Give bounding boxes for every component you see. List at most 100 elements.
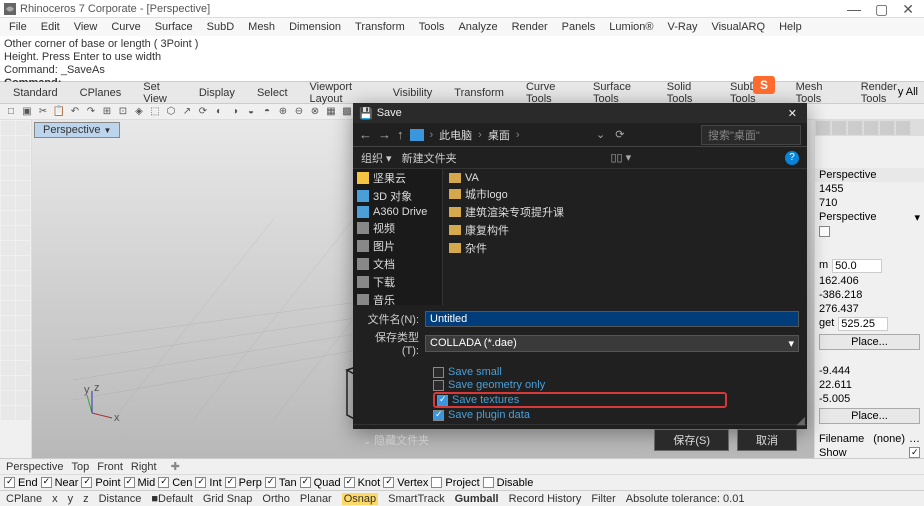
menu-view[interactable]: View (69, 20, 103, 34)
place-button[interactable]: Place... (819, 334, 920, 350)
tool-icon[interactable] (1, 391, 15, 405)
osnap-checkbox[interactable] (158, 477, 169, 488)
view-tab-top[interactable]: Top (71, 461, 89, 473)
osnap-checkbox[interactable] (4, 477, 15, 488)
tool-icon[interactable] (16, 286, 30, 300)
tree-item[interactable]: 图片 (353, 237, 442, 255)
tool-icon[interactable] (16, 151, 30, 165)
tool-icon[interactable]: ↗ (180, 105, 194, 119)
tool-icon[interactable] (16, 376, 30, 390)
panel-icon[interactable] (864, 121, 878, 135)
nav-up-button[interactable]: ↑ (397, 127, 404, 142)
tool-icon[interactable] (16, 211, 30, 225)
resize-grip-icon[interactable]: ◢ (797, 414, 805, 427)
show-checkbox[interactable] (909, 447, 920, 458)
add-view-button[interactable]: ✚ (171, 460, 180, 473)
tab-transform[interactable]: Transform (445, 85, 513, 101)
osnap-checkbox[interactable] (225, 477, 236, 488)
tool-icon[interactable]: 📋 (52, 105, 66, 119)
osnap-checkbox[interactable] (81, 477, 92, 488)
tool-icon[interactable]: ⊗ (308, 105, 322, 119)
tab-cplanes[interactable]: CPlanes (71, 85, 131, 101)
tool-icon[interactable] (16, 256, 30, 270)
breadcrumb-pc[interactable]: 此电脑 (439, 127, 472, 143)
tool-icon[interactable] (16, 271, 30, 285)
folder-item[interactable]: 城市logo (449, 185, 801, 203)
osnap-checkbox[interactable] (344, 477, 355, 488)
menu-surface[interactable]: Surface (150, 20, 198, 34)
maximize-button[interactable]: ▢ (875, 4, 888, 14)
tab-display[interactable]: Display (190, 85, 244, 101)
close-button[interactable]: ✕ (902, 4, 914, 14)
tool-icon[interactable]: ▣ (20, 105, 34, 119)
tool-icon[interactable] (16, 316, 30, 330)
tree-item[interactable]: 坚果云 (353, 169, 442, 187)
tree-item[interactable]: 文档 (353, 255, 442, 273)
menu-tools[interactable]: Tools (414, 20, 450, 34)
view-tab-perspective[interactable]: Perspective (6, 461, 63, 473)
tool-icon[interactable]: ⊡ (116, 105, 130, 119)
status-gumball[interactable]: Gumball (455, 493, 499, 505)
save-button[interactable]: 保存(S) (654, 429, 729, 451)
tree-item[interactable]: 视频 (353, 219, 442, 237)
menu-subd[interactable]: SubD (202, 20, 240, 34)
tool-icon[interactable] (1, 136, 15, 150)
viewport-label[interactable]: Perspective▼ (34, 122, 120, 138)
tool-icon[interactable]: ⬡ (164, 105, 178, 119)
view-tab-right[interactable]: Right (131, 461, 157, 473)
panel-checkbox[interactable] (815, 225, 924, 238)
tool-icon[interactable] (16, 226, 30, 240)
new-folder-button[interactable]: 新建文件夹 (402, 150, 457, 166)
folder-item[interactable]: 建筑渲染专项提升课 (449, 203, 801, 221)
status-filter[interactable]: Filter (591, 493, 615, 505)
tool-icon[interactable] (16, 196, 30, 210)
tool-icon[interactable] (16, 391, 30, 405)
place-button-2[interactable]: Place... (819, 408, 920, 424)
osnap-checkbox[interactable] (431, 477, 442, 488)
tool-icon[interactable]: ⊞ (100, 105, 114, 119)
tool-icon[interactable]: ↶ (68, 105, 82, 119)
status-ortho[interactable]: Ortho (262, 493, 290, 505)
view-tab-front[interactable]: Front (97, 461, 123, 473)
tab-visibility[interactable]: Visibility (384, 85, 442, 101)
menu-lumion[interactable]: Lumion® (604, 20, 658, 34)
save-option[interactable]: Save plugin data (433, 409, 727, 421)
menu-panels[interactable]: Panels (557, 20, 601, 34)
minimize-button[interactable]: — (847, 4, 861, 14)
tab-select[interactable]: Select (248, 85, 297, 101)
panel-icon[interactable] (880, 121, 894, 135)
tool-icon[interactable] (1, 166, 15, 180)
menu-vray[interactable]: V-Ray (662, 20, 702, 34)
tool-icon[interactable] (1, 316, 15, 330)
menu-analyze[interactable]: Analyze (453, 20, 502, 34)
tool-icon[interactable]: ◈ (132, 105, 146, 119)
tool-icon[interactable] (1, 301, 15, 315)
tool-icon[interactable] (1, 196, 15, 210)
refresh-button[interactable]: ⟳ (615, 128, 624, 141)
tool-icon[interactable] (1, 376, 15, 390)
organize-menu[interactable]: 组织 ▾ (361, 150, 392, 166)
tool-icon[interactable]: □ (4, 105, 18, 119)
tool-icon[interactable] (1, 361, 15, 375)
menu-curve[interactable]: Curve (106, 20, 145, 34)
folder-item[interactable]: 康复构件 (449, 221, 801, 239)
tool-icon[interactable] (1, 286, 15, 300)
menu-help[interactable]: Help (774, 20, 807, 34)
status-gridsnap[interactable]: Grid Snap (203, 493, 253, 505)
tab-setview[interactable]: Set View (134, 79, 186, 107)
tree-item[interactable]: 3D 对象 (353, 187, 442, 205)
tool-icon[interactable]: ⊖ (292, 105, 306, 119)
tool-icon[interactable] (16, 406, 30, 420)
tool-icon[interactable] (1, 346, 15, 360)
tool-icon[interactable]: ↷ (84, 105, 98, 119)
status-smarttrack[interactable]: SmartTrack (388, 493, 444, 505)
tool-icon[interactable] (16, 166, 30, 180)
menu-dimension[interactable]: Dimension (284, 20, 346, 34)
tool-icon[interactable] (1, 406, 15, 420)
tree-item[interactable]: A360 Drive (353, 205, 442, 219)
nav-back-button[interactable]: ← (359, 127, 372, 142)
tool-icon[interactable]: ✂ (36, 105, 50, 119)
menu-mesh[interactable]: Mesh (243, 20, 280, 34)
osnap-checkbox[interactable] (195, 477, 206, 488)
tool-icon[interactable] (16, 331, 30, 345)
